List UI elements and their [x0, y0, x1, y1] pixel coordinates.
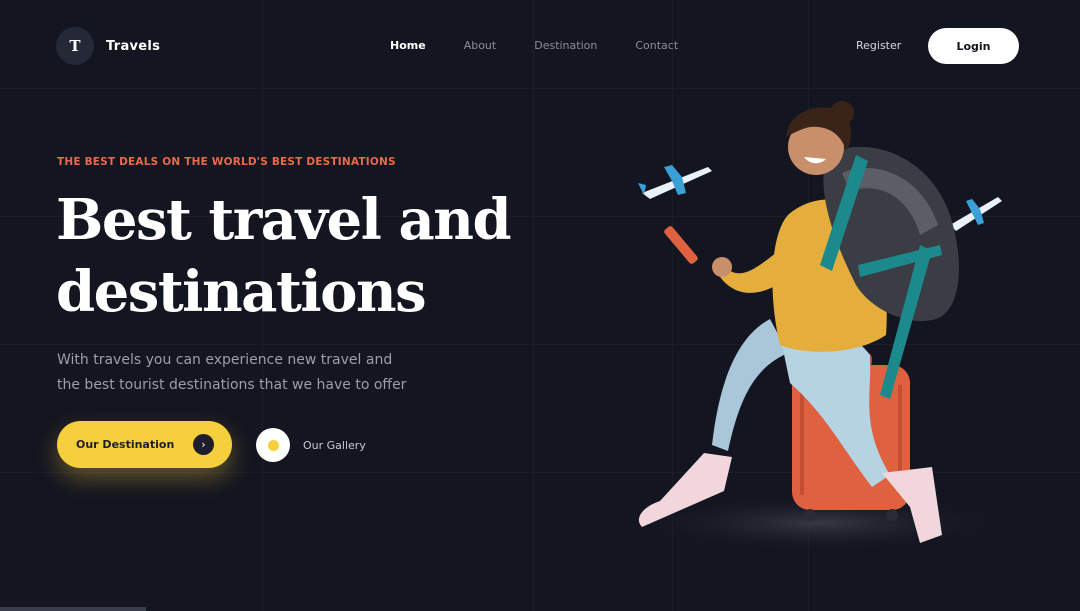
- play-icon: [256, 428, 290, 462]
- airplane-left-icon: [638, 165, 712, 199]
- traveler-illustration: [630, 101, 1010, 553]
- hero-subtitle: With travels you can experience new trav…: [57, 348, 457, 398]
- headline-line-2: destinations: [56, 259, 427, 325]
- headline-line-1: Best travel and: [56, 187, 512, 253]
- airplane-right-icon: [950, 197, 1002, 231]
- logo-mark: T: [56, 27, 94, 65]
- arrow-right-icon: ›: [193, 434, 214, 455]
- our-gallery-label: Our Gallery: [303, 438, 366, 452]
- hero-eyebrow: THE BEST DEALS ON THE WORLD'S BEST DESTI…: [57, 156, 396, 168]
- brand-name: Travels: [106, 38, 161, 54]
- nav-item-about[interactable]: About: [464, 39, 497, 52]
- horizontal-scrollbar[interactable]: [0, 607, 146, 611]
- register-link[interactable]: Register: [856, 39, 901, 52]
- brand-logo[interactable]: T Travels: [56, 27, 160, 65]
- nav-item-home[interactable]: Home: [390, 39, 426, 52]
- hero-headline: Best travel and destinations: [56, 184, 516, 328]
- main-nav: Home About Destination Contact: [390, 39, 716, 52]
- our-gallery-button[interactable]: Our Gallery: [256, 428, 366, 462]
- subtitle-line-1: With travels you can experience new trav…: [57, 352, 393, 368]
- nav-item-contact[interactable]: Contact: [635, 39, 678, 52]
- our-destination-button[interactable]: Our Destination ›: [57, 421, 232, 468]
- subtitle-line-2: the best tourist destinations that we ha…: [57, 377, 407, 393]
- nav-item-destination[interactable]: Destination: [534, 39, 597, 52]
- our-destination-label: Our Destination: [76, 438, 175, 451]
- login-button[interactable]: Login: [928, 28, 1019, 64]
